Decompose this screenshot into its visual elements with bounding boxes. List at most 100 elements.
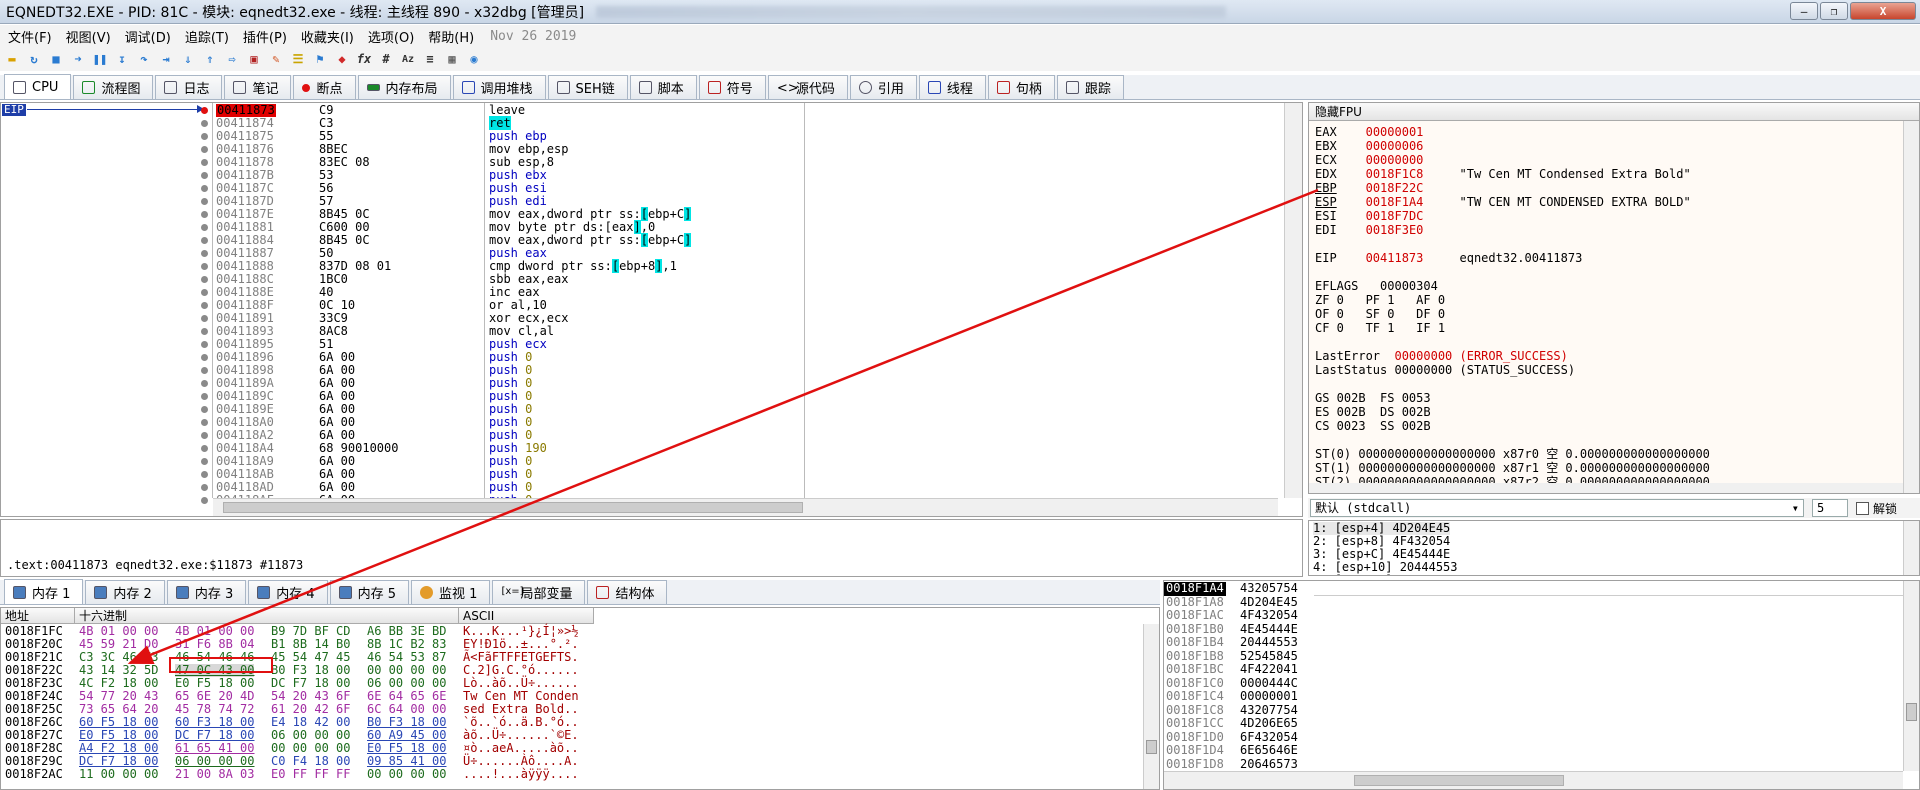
disassembly-view[interactable]: EIP 00411873 C9 leave 00411874 C3 ret 00411875… xyxy=(0,102,1303,517)
flags-row-2[interactable]: CF 0 TF 1 IF 1 xyxy=(1315,321,1445,335)
breakpoint-slot[interactable] xyxy=(201,172,208,179)
scroll-thumb[interactable] xyxy=(1146,740,1157,754)
tab-dump-5[interactable]: 内存 5 xyxy=(329,580,410,604)
menu-plugins[interactable]: 插件(P) xyxy=(243,27,287,46)
stack-address[interactable]: 0018F1A4 xyxy=(1164,582,1226,596)
tab-locals[interactable]: [x=] 局部变量 xyxy=(492,580,586,604)
stack-value[interactable]: 43205754 xyxy=(1240,582,1298,596)
dump-hex-group[interactable]: E0 FF FF FF xyxy=(271,768,350,781)
tab-dump-3[interactable]: 内存 3 xyxy=(166,580,247,604)
register-ebp[interactable]: EBP 0018F22C xyxy=(1315,181,1423,195)
register-esi[interactable]: ESI 0018F7DC xyxy=(1315,209,1423,223)
breakpoint-slot[interactable] xyxy=(201,380,208,387)
tab-threads[interactable]: 线程 xyxy=(918,75,986,99)
stack-value[interactable]: 6E65646E xyxy=(1240,744,1298,758)
stack-address[interactable]: 0018F1D8 xyxy=(1164,757,1226,772)
tab-memory-map[interactable]: 内存布局 xyxy=(357,75,451,99)
step-over-icon[interactable]: ↷ xyxy=(136,51,152,67)
close-button[interactable]: X xyxy=(1850,2,1916,20)
dump-header-ascii[interactable]: ASCII xyxy=(459,608,594,624)
breakpoint-icon[interactable] xyxy=(201,107,208,114)
menu-options[interactable]: 选项(O) xyxy=(368,27,414,46)
last-status[interactable]: LastStatus 00000000 (STATUS_SUCCESS) xyxy=(1315,363,1575,377)
tab-seh-chain[interactable]: SEH链 xyxy=(547,75,628,99)
stack-vertical-scrollbar[interactable] xyxy=(1903,581,1919,771)
bookmark-icon[interactable]: ◆ xyxy=(334,51,350,67)
disasm-vertical-scrollbar[interactable] xyxy=(1284,103,1302,498)
dump-ascii[interactable]: ....!...àÿÿÿ.... xyxy=(463,768,579,781)
breakpoint-slot[interactable] xyxy=(201,289,208,296)
menu-help[interactable]: 帮助(H) xyxy=(428,27,474,46)
tab-log[interactable]: 日志 xyxy=(155,75,223,99)
stack-value[interactable]: 20444553 xyxy=(1240,636,1298,650)
stack-address[interactable]: 0018F1B4 xyxy=(1164,636,1226,650)
tab-script[interactable]: 脚本 xyxy=(629,75,697,99)
menu-debug[interactable]: 调试(D) xyxy=(125,27,171,46)
scroll-thumb[interactable] xyxy=(1354,775,1564,786)
stack-value[interactable]: 0000444C xyxy=(1240,676,1298,691)
pause-icon[interactable]: ❚❚ xyxy=(92,51,108,67)
unlock-checkbox[interactable] xyxy=(1856,501,1869,515)
tab-symbols[interactable]: 符号 xyxy=(698,75,766,99)
breakpoint-slot[interactable] xyxy=(201,211,208,218)
trace-into-icon[interactable]: ⇥ xyxy=(158,51,174,67)
breakpoint-slot[interactable] xyxy=(201,393,208,400)
stack-address[interactable]: 0018F1B8 xyxy=(1164,649,1226,664)
dump-hex-group[interactable]: 11 00 00 00 xyxy=(79,768,158,781)
fpu-register-0[interactable]: ST(0) 0000000000000000000 x87r0 空 0.0000… xyxy=(1315,447,1710,461)
breakpoint-slot[interactable] xyxy=(201,198,208,205)
stack-address[interactable]: 0018F1C0 xyxy=(1164,676,1226,691)
tab-struct[interactable]: 结构体 xyxy=(587,580,668,604)
stack-value[interactable]: 4F422041 xyxy=(1240,663,1298,677)
breakpoint-slot[interactable] xyxy=(201,497,208,504)
stack-address[interactable]: 0018F1CC xyxy=(1164,717,1226,731)
menu-favourites[interactable]: 收藏夹(I) xyxy=(301,27,354,46)
tab-handles[interactable]: 句柄 xyxy=(987,75,1055,99)
tab-graph[interactable]: 流程图 xyxy=(73,75,154,99)
menu-trace[interactable]: 追踪(T) xyxy=(185,27,229,46)
registers-vertical-scrollbar[interactable] xyxy=(1903,121,1919,493)
breakpoint-slot[interactable] xyxy=(201,250,208,257)
font-icon[interactable]: Az xyxy=(400,51,416,67)
stack-value[interactable]: 52545845 xyxy=(1240,649,1298,664)
stack-horizontal-scrollbar[interactable] xyxy=(1164,771,1903,789)
segment-row-0[interactable]: GS 002B FS 0053 xyxy=(1315,391,1431,405)
hide-fpu-toggle[interactable]: 隐藏FPU xyxy=(1309,103,1919,121)
patch-icon[interactable]: ✎ xyxy=(268,51,284,67)
strings-icon[interactable]: ≡ xyxy=(422,51,438,67)
register-eip[interactable]: EIP 00411873 eqnedt32.00411873 xyxy=(1315,251,1582,265)
tab-references[interactable]: 引用 xyxy=(849,75,917,99)
register-eax[interactable]: EAX 00000001 xyxy=(1315,125,1423,139)
restore-button[interactable]: ❐ xyxy=(1820,2,1848,20)
tab-breakpoints[interactable]: 断点 xyxy=(293,75,356,99)
restart-icon[interactable]: ↻ xyxy=(26,51,42,67)
tab-dump-2[interactable]: 内存 2 xyxy=(85,580,165,604)
tab-call-stack[interactable]: 调用堆栈 xyxy=(452,75,546,99)
hash-icon[interactable]: # xyxy=(378,51,394,67)
last-error[interactable]: LastError 00000000 (ERROR_SUCCESS) xyxy=(1315,349,1568,363)
register-ebx[interactable]: EBX 00000006 xyxy=(1315,139,1423,153)
scroll-thumb[interactable] xyxy=(223,502,803,513)
breakpoint-slot[interactable] xyxy=(201,276,208,283)
tab-trace[interactable]: 跟踪 xyxy=(1056,75,1124,99)
breakpoint-slot[interactable] xyxy=(201,315,208,322)
stack-value[interactable]: 43207754 xyxy=(1240,703,1298,718)
cpu-icon[interactable]: ▣ xyxy=(246,51,262,67)
minimize-button[interactable]: — xyxy=(1790,2,1818,20)
register-esp[interactable]: ESP 0018F1A4 "TW CEN MT CONDENSED EXTRA … xyxy=(1315,195,1691,209)
breakpoint-slot[interactable] xyxy=(201,432,208,439)
comment-icon[interactable]: ☰ xyxy=(290,51,306,67)
stack-value[interactable]: 00000001 xyxy=(1240,690,1298,704)
stack-address[interactable]: 0018F1B0 xyxy=(1164,622,1226,637)
breakpoint-slot[interactable] xyxy=(201,185,208,192)
register-edx[interactable]: EDX 0018F1C8 "Tw Cen MT Condensed Extra … xyxy=(1315,167,1691,181)
scroll-thumb[interactable] xyxy=(1906,703,1917,721)
stack-address[interactable]: 0018F1D4 xyxy=(1164,744,1226,758)
stack-value[interactable]: 4E45444E xyxy=(1240,622,1298,637)
fpu-register-1[interactable]: ST(1) 0000000000000000000 x87r1 空 0.0000… xyxy=(1315,461,1710,475)
args-vertical-scrollbar[interactable] xyxy=(1903,521,1919,575)
step-into-icon[interactable]: ↧ xyxy=(114,51,130,67)
register-edi[interactable]: EDI 0018F3E0 xyxy=(1315,223,1423,237)
segment-row-1[interactable]: ES 002B DS 002B xyxy=(1315,405,1431,419)
breakpoint-slot[interactable] xyxy=(201,159,208,166)
